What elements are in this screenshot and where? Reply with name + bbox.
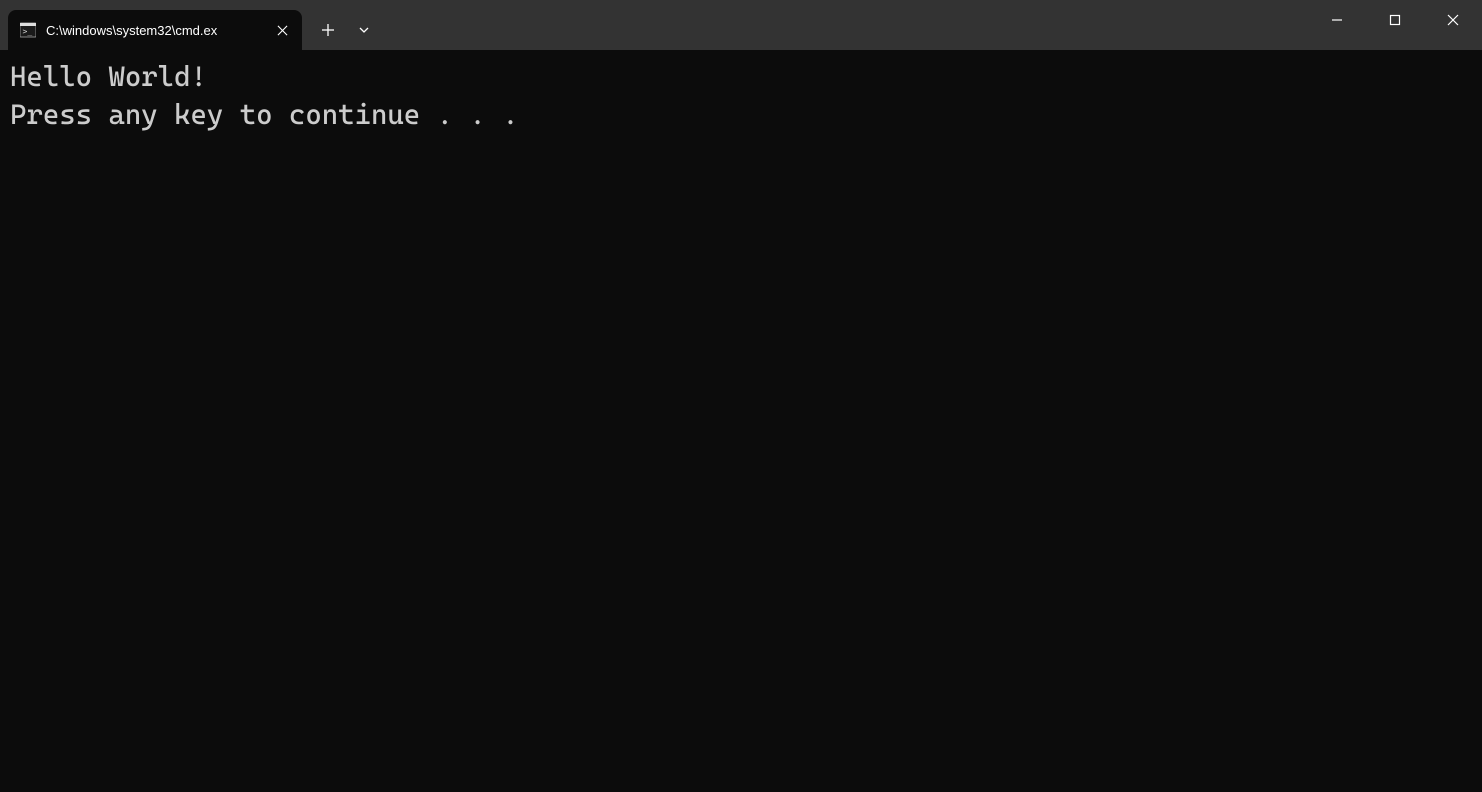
tab-close-button[interactable]	[272, 20, 292, 40]
maximize-icon	[1389, 14, 1401, 26]
terminal-line: Hello World!	[10, 58, 1472, 96]
chevron-down-icon	[358, 24, 370, 36]
tab-dropdown-button[interactable]	[346, 12, 382, 48]
plus-icon	[322, 24, 334, 36]
close-icon	[1447, 14, 1459, 26]
terminal-output[interactable]: Hello World! Press any key to continue .…	[0, 50, 1482, 792]
close-window-button[interactable]	[1424, 0, 1482, 40]
minimize-button[interactable]	[1308, 0, 1366, 40]
terminal-line: Press any key to continue . . .	[10, 96, 1472, 134]
svg-text:>_: >_	[23, 27, 33, 36]
tab-title: C:\windows\system32\cmd.ex	[46, 23, 266, 38]
window-controls	[1308, 0, 1482, 50]
tab-cmd[interactable]: >_ C:\windows\system32\cmd.ex	[8, 10, 302, 50]
minimize-icon	[1331, 14, 1343, 26]
tabs-area: >_ C:\windows\system32\cmd.ex	[0, 0, 382, 50]
titlebar: >_ C:\windows\system32\cmd.ex	[0, 0, 1482, 50]
cmd-icon: >_	[20, 22, 36, 38]
close-icon	[277, 25, 288, 36]
maximize-button[interactable]	[1366, 0, 1424, 40]
new-tab-button[interactable]	[310, 12, 346, 48]
